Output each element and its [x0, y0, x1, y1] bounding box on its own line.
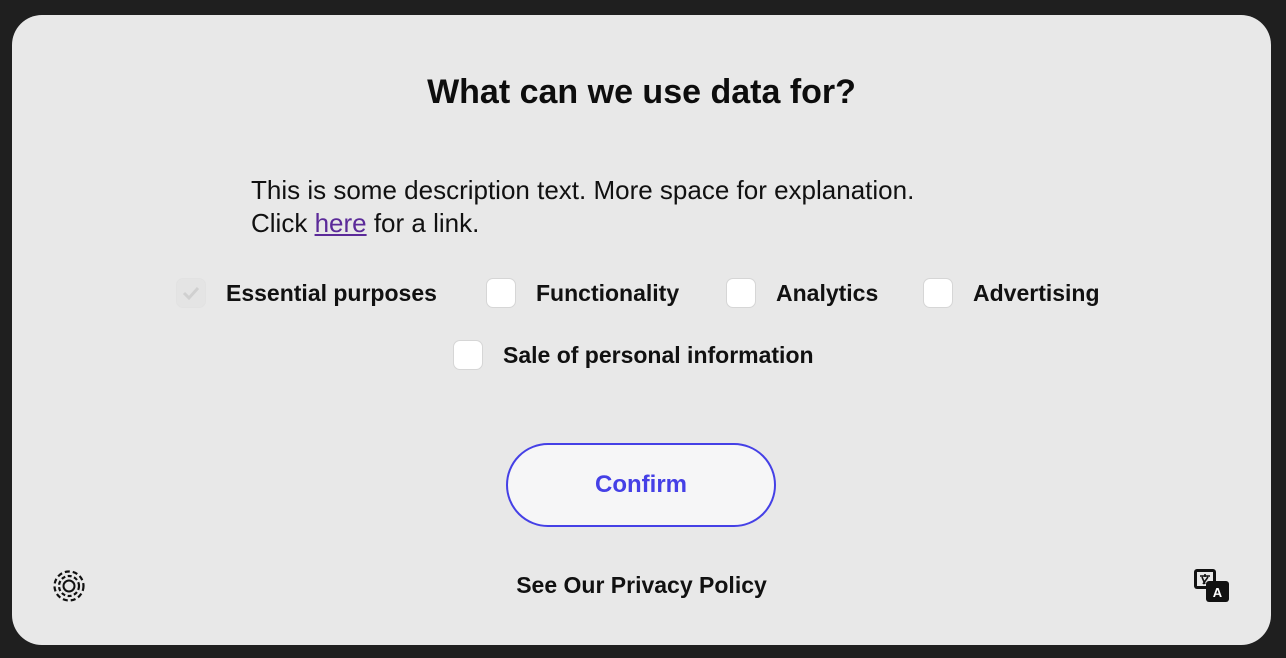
- option-label: Advertising: [973, 279, 1100, 306]
- option-label: Essential purposes: [226, 279, 437, 306]
- consent-dialog: What can we use data for? This is some d…: [12, 15, 1271, 645]
- translate-icon[interactable]: A: [1193, 568, 1231, 604]
- confirm-button[interactable]: Confirm: [506, 443, 776, 527]
- privacy-policy-link[interactable]: See Our Privacy Policy: [12, 572, 1271, 599]
- checkbox-advertising[interactable]: [923, 278, 953, 308]
- checkbox-essential-purposes[interactable]: [176, 278, 206, 308]
- checkbox-analytics[interactable]: [726, 278, 756, 308]
- description-line-1: This is some description text. More spac…: [251, 175, 915, 205]
- option-analytics[interactable]: Analytics: [726, 278, 878, 308]
- description-link[interactable]: here: [315, 208, 367, 238]
- option-label: Functionality: [536, 279, 680, 306]
- description-line-2: Click here for a link.: [251, 208, 480, 238]
- dialog-title: What can we use data for?: [427, 73, 856, 111]
- option-functionality[interactable]: Functionality: [486, 278, 679, 308]
- concentric-dashed-circle-icon[interactable]: [52, 569, 86, 603]
- option-label: Sale of personal information: [503, 341, 814, 368]
- option-advertising[interactable]: Advertising: [923, 278, 1100, 308]
- checkbox-sale-of-personal-information[interactable]: [453, 340, 483, 370]
- checkbox-functionality[interactable]: [486, 278, 516, 308]
- option-essential-purposes[interactable]: Essential purposes: [176, 278, 437, 308]
- svg-text:A: A: [1213, 585, 1223, 600]
- description: This is some description text. More spac…: [251, 174, 914, 240]
- option-label: Analytics: [776, 279, 879, 306]
- option-sale-of-personal-information[interactable]: Sale of personal information: [453, 340, 814, 370]
- checkmark-icon: [182, 286, 200, 301]
